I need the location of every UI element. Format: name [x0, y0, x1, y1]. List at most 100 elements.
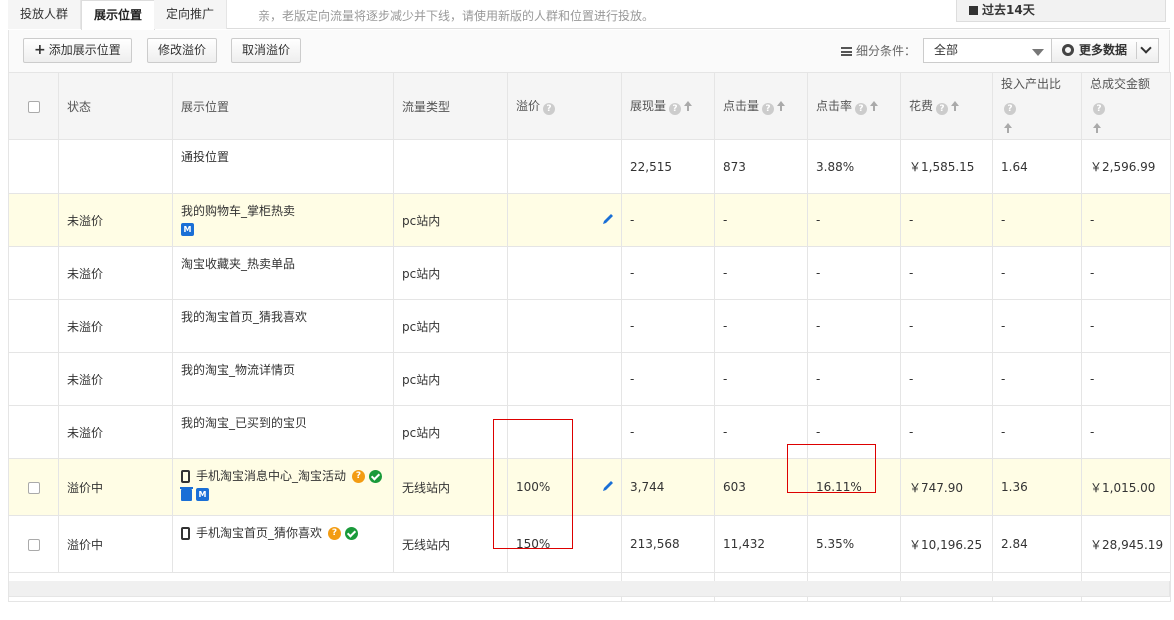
impressions-cell: - — [621, 246, 715, 300]
add-placement-button[interactable]: + 添加展示位置 — [23, 38, 132, 63]
premium-cell — [507, 352, 622, 406]
select-all-checkbox[interactable] — [27, 100, 40, 113]
tab-targeting[interactable]: 定向推广 — [154, 0, 228, 29]
impressions-cell: - — [621, 405, 715, 459]
col-impressions[interactable]: 展现量? — [621, 72, 715, 140]
help-icon[interactable]: ? — [328, 527, 342, 540]
more-data-button[interactable]: 更多数据 — [1051, 38, 1159, 63]
traffic-cell: 无线站内 — [393, 458, 508, 516]
status-cell: 未溢价 — [58, 193, 173, 247]
row-select-cell — [8, 246, 59, 300]
sort-arrow-icon[interactable] — [951, 101, 960, 111]
cost-cell: ￥1,585.15 — [900, 139, 993, 194]
impressions-cell: - — [621, 193, 715, 247]
tmall-icon[interactable]: M — [181, 223, 194, 236]
position-label: 手机淘宝消息中心_淘宝活动 — [196, 469, 347, 483]
edit-pencil-icon[interactable] — [601, 212, 615, 226]
row-select-cell — [8, 193, 59, 247]
ctr-cell: 5.35% — [807, 515, 901, 573]
help-icon[interactable]: ? — [936, 103, 949, 115]
sort-arrow-icon[interactable] — [1093, 123, 1101, 133]
gmv-cell: - — [1081, 246, 1171, 300]
gmv-cell: - — [1081, 299, 1171, 353]
toolbar: + 添加展示位置 修改溢价 取消溢价 细分条件： 全部 更多数据 — [8, 30, 1170, 72]
traffic-cell: pc站内 — [393, 193, 508, 247]
status-cell: 未溢价 — [58, 405, 173, 459]
sort-arrow-icon[interactable] — [1004, 123, 1012, 133]
horizontal-scrollbar[interactable] — [8, 581, 1170, 597]
divider — [1136, 42, 1137, 59]
help-icon[interactable]: ? — [669, 103, 682, 115]
ctr-cell: 16.11% — [807, 458, 901, 516]
tmall-icon[interactable]: M — [196, 488, 209, 501]
chevron-down-icon[interactable] — [1140, 42, 1152, 54]
sort-arrow-icon[interactable] — [777, 101, 786, 111]
position-cell: 我的淘宝_物流详情页 — [172, 352, 394, 406]
gmv-cell: ￥28,945.19 — [1081, 515, 1171, 573]
help-icon[interactable]: ? — [1093, 103, 1105, 115]
col-clicks-label: 点击量 — [723, 99, 760, 113]
roi-cell: - — [992, 299, 1082, 353]
roi-cell: - — [992, 246, 1082, 300]
col-position: 展示位置 — [172, 72, 394, 140]
gmv-cell: - — [1081, 352, 1171, 406]
gmv-cell: - — [1081, 193, 1171, 247]
ctr-cell: - — [807, 193, 901, 247]
table-row: 未溢价 我的淘宝首页_猜我喜欢 pc站内 - - - - - - — [8, 299, 1171, 353]
cancel-premium-button[interactable]: 取消溢价 — [231, 38, 302, 63]
placement-table: 状态 展示位置 流量类型 溢价? 展现量? 点击量? 点击率? 花费? 投入产出… — [8, 72, 1171, 602]
col-gmv[interactable]: 总成交金额? — [1081, 72, 1171, 140]
ctr-cell: - — [807, 352, 901, 406]
mobile-icon — [181, 527, 190, 540]
row-checkbox[interactable] — [27, 481, 40, 494]
help-icon[interactable]: ? — [543, 103, 556, 115]
tab-bar: 投放人群 展示位置 定向推广 亲，老版定向流量将逐步减少并下线，请使用新版的人群… — [8, 0, 1170, 30]
col-roi[interactable]: 投入产出比? — [992, 72, 1082, 140]
impressions-cell: 22,515 — [621, 139, 715, 194]
traffic-cell: pc站内 — [393, 405, 508, 459]
row-select-cell — [8, 458, 59, 516]
col-status: 状态 — [58, 72, 173, 140]
icon-row: M — [180, 486, 385, 501]
position-cell: 我的淘宝_已买到的宝贝 — [172, 405, 394, 459]
date-range-button[interactable]: 过去14天 — [956, 0, 1166, 22]
tab-placement[interactable]: 展示位置 — [81, 0, 156, 30]
clicks-cell: 603 — [714, 458, 808, 516]
premium-cell: 150% — [507, 515, 622, 573]
premium-cell — [507, 405, 622, 459]
help-icon[interactable]: ? — [855, 103, 868, 115]
clicks-cell: 11,432 — [714, 515, 808, 573]
help-icon[interactable]: ? — [352, 470, 366, 483]
table-row: 未溢价 我的购物车_掌柜热卖 M pc站内 - - - - - - — [8, 193, 1171, 247]
col-ctr-label: 点击率 — [816, 99, 853, 113]
help-icon[interactable]: ? — [1004, 103, 1016, 115]
filter-select[interactable]: 全部 — [923, 38, 1053, 63]
sort-arrow-icon[interactable] — [684, 101, 693, 111]
trash-icon[interactable] — [180, 486, 193, 501]
traffic-cell — [393, 139, 508, 194]
position-cell: 我的购物车_掌柜热卖 M — [172, 193, 394, 247]
filter-select-value: 全部 — [934, 43, 959, 57]
col-clicks[interactable]: 点击量? — [714, 72, 808, 140]
col-cost[interactable]: 花费? — [900, 72, 993, 140]
modify-premium-button[interactable]: 修改溢价 — [147, 38, 218, 63]
col-impressions-label: 展现量 — [630, 99, 667, 113]
gear-icon — [1062, 44, 1074, 56]
status-cell: 未溢价 — [58, 299, 173, 353]
table-row: 溢价中 手机淘宝消息中心_淘宝活动? M 无线站内 100% 3,744 603… — [8, 458, 1171, 516]
row-select-cell — [8, 515, 59, 573]
sort-arrow-icon[interactable] — [870, 101, 879, 111]
tab-audience[interactable]: 投放人群 — [8, 0, 82, 29]
row-checkbox[interactable] — [27, 538, 40, 551]
col-premium-label: 溢价 — [516, 99, 541, 113]
ctr-cell: - — [807, 299, 901, 353]
table-row: 通投位置 22,515 873 3.88% ￥1,585.15 1.64 ￥2,… — [8, 139, 1171, 194]
help-icon[interactable]: ? — [762, 103, 775, 115]
col-ctr[interactable]: 点击率? — [807, 72, 901, 140]
cost-cell: - — [900, 299, 993, 353]
position-label-row: 手机淘宝首页_猜你喜欢? — [181, 524, 385, 541]
row-select-cell — [8, 405, 59, 459]
edit-pencil-icon[interactable] — [601, 479, 615, 493]
premium-cell — [507, 193, 622, 247]
impressions-cell: 213,568 — [621, 515, 715, 573]
